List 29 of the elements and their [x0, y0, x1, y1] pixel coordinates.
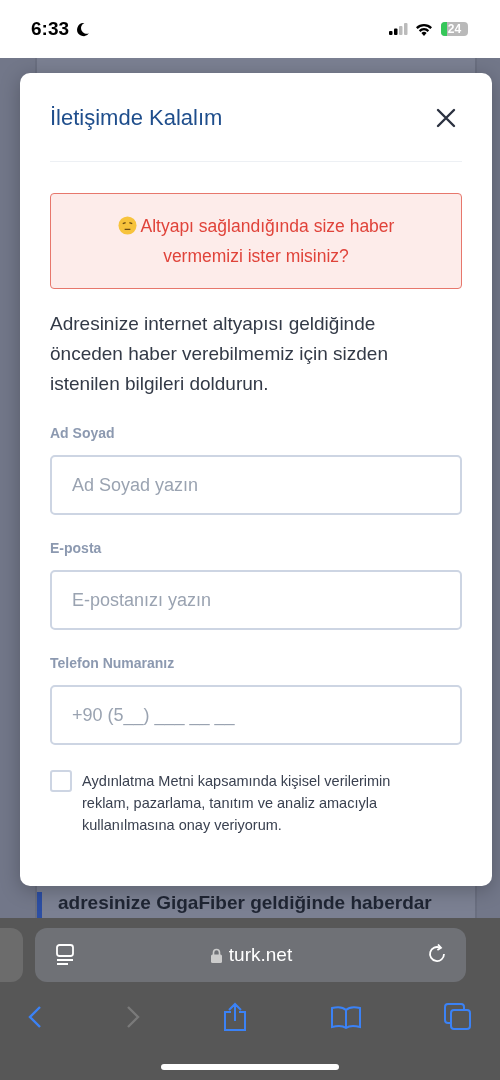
- url-text: turk.net: [228, 944, 293, 966]
- page-text: adresinize GigaFiber geldiğinde haberdar: [58, 892, 432, 915]
- forward-icon[interactable]: [125, 1005, 140, 1029]
- wifi-icon: [415, 22, 433, 36]
- battery-indicator: 24: [441, 22, 468, 36]
- signal-icon: [389, 23, 409, 35]
- reader-icon[interactable]: [55, 944, 75, 966]
- lock-icon: [210, 947, 222, 963]
- field-label: Telefon Numaranız: [50, 655, 176, 671]
- close-icon[interactable]: [436, 108, 456, 128]
- moon-icon: [75, 21, 91, 37]
- back-icon[interactable]: [28, 1005, 42, 1029]
- address-bar[interactable]: turk.net: [35, 928, 466, 982]
- intro-text: Adresinize internet altyapısı geldiğinde önceden haber verebilmemiz için sizden istenilen bilgileri doldurun.: [50, 312, 389, 396]
- tabs-icon[interactable]: [444, 1003, 472, 1031]
- field-label: Ad Soyad: [50, 425, 116, 441]
- input-field[interactable]: Ad Soyad yazın: [50, 455, 462, 515]
- accent-bar: [37, 892, 42, 918]
- input-field[interactable]: E-postanızı yazın: [50, 570, 462, 630]
- emoji-icon: [117, 216, 137, 235]
- bookmarks-icon[interactable]: [330, 1005, 361, 1029]
- alert-text: Altyapı sağlandığında size haber vermemizi ister misiniz?: [140, 216, 395, 266]
- consent-checkbox[interactable]: [50, 770, 72, 792]
- modal-title: İletişimde Kalalım: [50, 105, 223, 131]
- status-time: 6:33: [31, 18, 70, 40]
- consent-text: Aydınlatma Metni kapsamında kişisel verilerimin reklam, pazarlama, tanıtım ve analiz amacıyla kullanılmasına onay veriyorum.: [82, 772, 392, 835]
- input-field[interactable]: +90 (5__) ___ __ __: [50, 685, 462, 745]
- share-icon[interactable]: [223, 1002, 247, 1032]
- field-label: E-posta: [50, 540, 103, 556]
